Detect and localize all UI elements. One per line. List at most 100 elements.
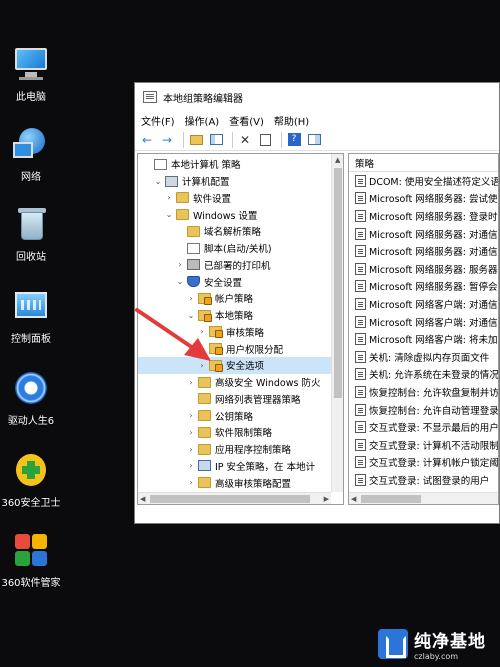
tree-item[interactable]: › 帐户策略 bbox=[138, 290, 343, 307]
list-horizontal-scrollbar[interactable]: ◀ bbox=[349, 492, 498, 504]
tree-item-label: 脚本(启动/关机) bbox=[204, 244, 272, 256]
tree-item[interactable]: › 安全选项 bbox=[138, 357, 343, 374]
forward-arrow-icon[interactable]: → bbox=[159, 132, 175, 148]
chevron-right-icon[interactable]: › bbox=[186, 478, 196, 487]
scroll-thumb[interactable] bbox=[150, 495, 310, 503]
tree-vertical-scrollbar[interactable]: ▲ bbox=[331, 154, 343, 492]
tree-item[interactable]: ⌄ 计算机配置 bbox=[138, 173, 343, 190]
up-folder-icon[interactable] bbox=[188, 132, 204, 148]
title-bar[interactable]: 本地组策略编辑器 bbox=[135, 83, 499, 111]
tree-item[interactable]: 网络列表管理器策略 bbox=[138, 391, 343, 408]
desktop-icon-control-panel[interactable]: 控制面板 bbox=[0, 288, 62, 345]
menu-help[interactable]: 帮助(H) bbox=[274, 113, 309, 128]
tree-item[interactable]: › 高级安全 Windows 防火 bbox=[138, 374, 343, 391]
desktop-icon-driver-life[interactable]: 驱动人生6 bbox=[0, 370, 62, 427]
tree-item[interactable]: 本地计算机 策略 bbox=[138, 156, 343, 173]
printer-icon bbox=[187, 259, 200, 271]
desktop-icon-recycle-bin[interactable]: 回收站 bbox=[0, 206, 62, 263]
tree-item[interactable]: › 公钥策略 bbox=[138, 407, 343, 424]
360-security-icon bbox=[13, 452, 49, 488]
back-arrow-icon[interactable]: ← bbox=[139, 132, 155, 148]
chevron-right-icon[interactable]: › bbox=[186, 461, 196, 470]
chevron-right-icon[interactable]: › bbox=[186, 445, 196, 454]
policy-row[interactable]: DCOM: 使用安全描述符定义语 bbox=[349, 172, 498, 190]
scroll-up-icon[interactable]: ▲ bbox=[335, 156, 340, 164]
tree-item[interactable]: ⌄ 安全设置 bbox=[138, 273, 343, 290]
tree-item[interactable]: › 已部署的打印机 bbox=[138, 257, 343, 274]
delete-icon[interactable]: ✕ bbox=[237, 132, 253, 148]
policy-row[interactable]: 交互式登录: 不显示最后的用户 bbox=[349, 418, 498, 436]
scroll-left-icon[interactable]: ◀ bbox=[351, 495, 356, 503]
chevron-right-icon[interactable]: › bbox=[197, 327, 207, 336]
desktop-icon-this-pc[interactable]: 此电脑 bbox=[0, 46, 62, 103]
chevron-right-icon[interactable]: › bbox=[186, 294, 196, 303]
column-header-policy[interactable]: 策略 bbox=[349, 154, 498, 172]
tree-horizontal-scrollbar[interactable]: ◀ ▶ bbox=[138, 492, 331, 504]
scroll-right-icon[interactable]: ▶ bbox=[324, 495, 329, 503]
policy-row[interactable]: Microsoft 网络服务器: 暂停会 bbox=[349, 278, 498, 296]
menu-view[interactable]: 查看(V) bbox=[229, 113, 264, 128]
policy-row[interactable]: Microsoft 网络服务器: 尝试使 bbox=[349, 190, 498, 208]
chevron-down-icon[interactable]: ⌄ bbox=[153, 177, 163, 186]
desktop-icon-360-security[interactable]: 360安全卫士 bbox=[0, 452, 62, 509]
toolbar: ← → ✕ ? bbox=[135, 129, 499, 151]
policy-row[interactable]: Microsoft 网络客户端: 对通信 bbox=[349, 295, 498, 313]
tree-item[interactable]: ⌄ Windows 设置 bbox=[138, 206, 343, 223]
scroll-thumb[interactable] bbox=[334, 168, 342, 398]
policy-row[interactable]: 交互式登录: 计算机帐户锁定阈 bbox=[349, 454, 498, 472]
watermark: 纯净基地 czlaby.com bbox=[378, 627, 486, 661]
policy-row[interactable]: Microsoft 网络服务器: 对通信 bbox=[349, 225, 498, 243]
policy-row[interactable]: 关机: 清除虚拟内存页面文件 bbox=[349, 348, 498, 366]
tree-item[interactable]: ⌄ 本地策略 bbox=[138, 307, 343, 324]
export-icon[interactable] bbox=[257, 132, 273, 148]
desktop-icon-360-software[interactable]: 360软件管家 bbox=[0, 532, 62, 589]
tree-item[interactable]: › 审核策略 bbox=[138, 324, 343, 341]
policy-row[interactable]: 恢复控制台: 允许软盘复制并访 bbox=[349, 383, 498, 401]
policy-row[interactable]: 交互式登录: 试图登录的用户 bbox=[349, 471, 498, 489]
shield-icon bbox=[187, 276, 200, 288]
policy-row[interactable]: Microsoft 网络客户端: 将未加 bbox=[349, 330, 498, 348]
scroll-left-icon[interactable]: ◀ bbox=[140, 495, 145, 503]
chevron-right-icon[interactable]: › bbox=[175, 260, 185, 269]
group-policy-editor-window[interactable]: 本地组策略编辑器 文件(F) 操作(A) 查看(V) 帮助(H) ← → ✕ ?… bbox=[134, 82, 500, 524]
tree-item[interactable]: › 应用程序控制策略 bbox=[138, 441, 343, 458]
computer-icon bbox=[165, 175, 178, 187]
policy-name: Microsoft 网络服务器: 暂停会 bbox=[369, 282, 498, 294]
menu-action[interactable]: 操作(A) bbox=[185, 113, 220, 128]
chevron-right-icon[interactable]: › bbox=[186, 411, 196, 420]
tree-item[interactable]: › 软件限制策略 bbox=[138, 424, 343, 441]
policy-row[interactable]: Microsoft 网络服务器: 登录时 bbox=[349, 207, 498, 225]
tree-item-label: 软件限制策略 bbox=[215, 428, 273, 440]
tree-item[interactable]: › 高级审核策略配置 bbox=[138, 474, 343, 491]
menu-file[interactable]: 文件(F) bbox=[141, 113, 175, 128]
help-icon[interactable]: ? bbox=[286, 132, 302, 148]
policy-row[interactable]: Microsoft 网络服务器: 服务器 bbox=[349, 260, 498, 278]
chevron-down-icon[interactable]: ⌄ bbox=[164, 210, 174, 219]
tree-item[interactable]: › IP 安全策略，在 本地计 bbox=[138, 458, 343, 475]
chevron-right-icon[interactable]: › bbox=[197, 361, 207, 370]
policy-name: Microsoft 网络服务器: 对通信 bbox=[369, 247, 498, 259]
tree-item[interactable]: › 用户权限分配 bbox=[138, 340, 343, 357]
tree-item[interactable]: › 软件设置 bbox=[138, 190, 343, 207]
policy-row[interactable]: Microsoft 网络客户端: 对通信 bbox=[349, 313, 498, 331]
desktop-icon-network[interactable]: 网络 bbox=[0, 126, 62, 183]
chevron-down-icon[interactable]: ⌄ bbox=[175, 277, 185, 286]
properties-icon[interactable] bbox=[306, 132, 322, 148]
tree-item-label: 帐户策略 bbox=[215, 294, 254, 306]
chevron-right-icon[interactable]: › bbox=[197, 344, 207, 353]
chevron-right-icon[interactable]: › bbox=[186, 428, 196, 437]
folder-icon bbox=[176, 192, 189, 204]
policy-row[interactable]: 关机: 允许系统在未登录的情况 bbox=[349, 366, 498, 384]
tree-item[interactable]: 脚本(启动/关机) bbox=[138, 240, 343, 257]
chevron-right-icon[interactable]: › bbox=[186, 378, 196, 387]
ip-icon bbox=[198, 460, 211, 472]
chevron-down-icon[interactable]: ⌄ bbox=[186, 311, 196, 320]
policy-row[interactable]: Microsoft 网络服务器: 对通信 bbox=[349, 242, 498, 260]
chevron-right-icon[interactable]: › bbox=[164, 193, 174, 202]
policy-row[interactable]: 交互式登录: 计算机不活动限制 bbox=[349, 436, 498, 454]
control-panel-icon bbox=[13, 288, 49, 324]
tree-item[interactable]: 域名解析策略 bbox=[138, 223, 343, 240]
scroll-thumb[interactable] bbox=[361, 495, 421, 503]
policy-row[interactable]: 恢复控制台: 允许自动管理登录 bbox=[349, 401, 498, 419]
show-hide-tree-icon[interactable] bbox=[208, 132, 224, 148]
